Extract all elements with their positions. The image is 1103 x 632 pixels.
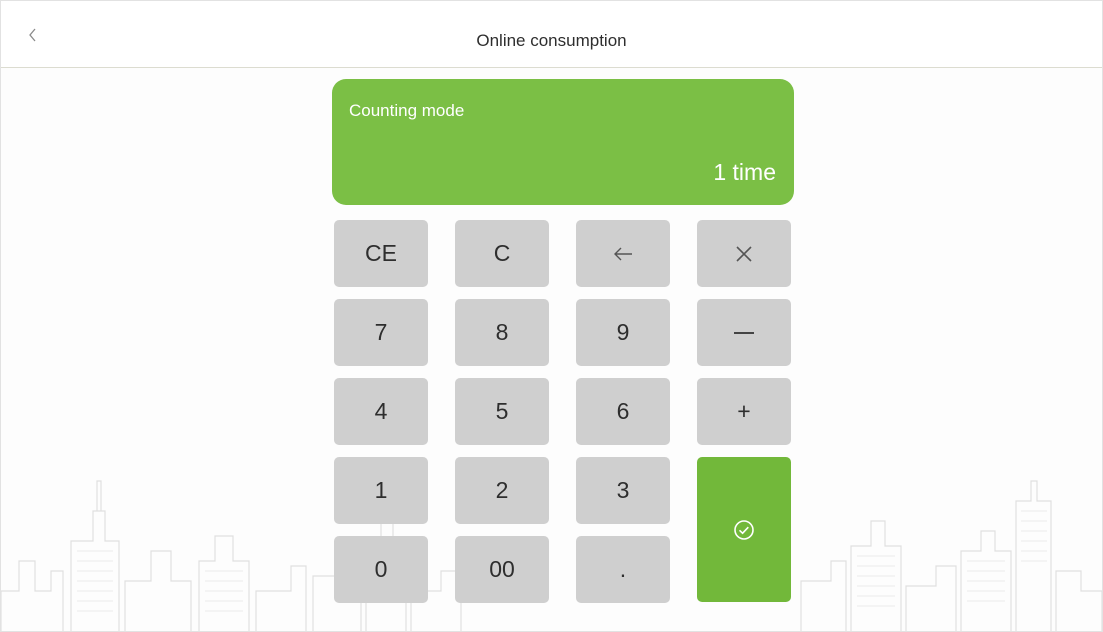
minus-icon — [734, 331, 754, 334]
key-backspace[interactable] — [576, 220, 670, 287]
key-6[interactable]: 6 — [576, 378, 670, 445]
key-minus[interactable] — [697, 299, 791, 366]
key-0[interactable]: 0 — [334, 536, 428, 603]
key-ce[interactable]: CE — [334, 220, 428, 287]
key-dot[interactable]: . — [576, 536, 670, 603]
multiply-icon — [736, 245, 752, 262]
mode-label: Counting mode — [349, 101, 465, 120]
key-c[interactable]: C — [455, 220, 549, 287]
key-2[interactable]: 2 — [455, 457, 549, 524]
key-8[interactable]: 8 — [455, 299, 549, 366]
amount-display: Counting mode 1 time — [332, 79, 794, 205]
page-title: Online consumption — [476, 31, 627, 50]
key-plus[interactable]: + — [697, 378, 791, 445]
key-4[interactable]: 4 — [334, 378, 428, 445]
key-multiply[interactable] — [697, 220, 791, 287]
key-7[interactable]: 7 — [334, 299, 428, 366]
top-bar: Online consumption — [1, 1, 1102, 68]
key-5[interactable]: 5 — [455, 378, 549, 445]
check-circle-icon — [734, 519, 754, 540]
display-value: 1 time — [713, 159, 776, 185]
key-1[interactable]: 1 — [334, 457, 428, 524]
app-window: Online consumption Counting mode 1 time … — [0, 0, 1103, 632]
arrow-left-icon — [614, 247, 632, 260]
key-3[interactable]: 3 — [576, 457, 670, 524]
city-skyline-icon — [1, 480, 1102, 631]
key-9[interactable]: 9 — [576, 299, 670, 366]
key-00[interactable]: 00 — [455, 536, 549, 603]
confirm-button[interactable] — [697, 457, 791, 602]
